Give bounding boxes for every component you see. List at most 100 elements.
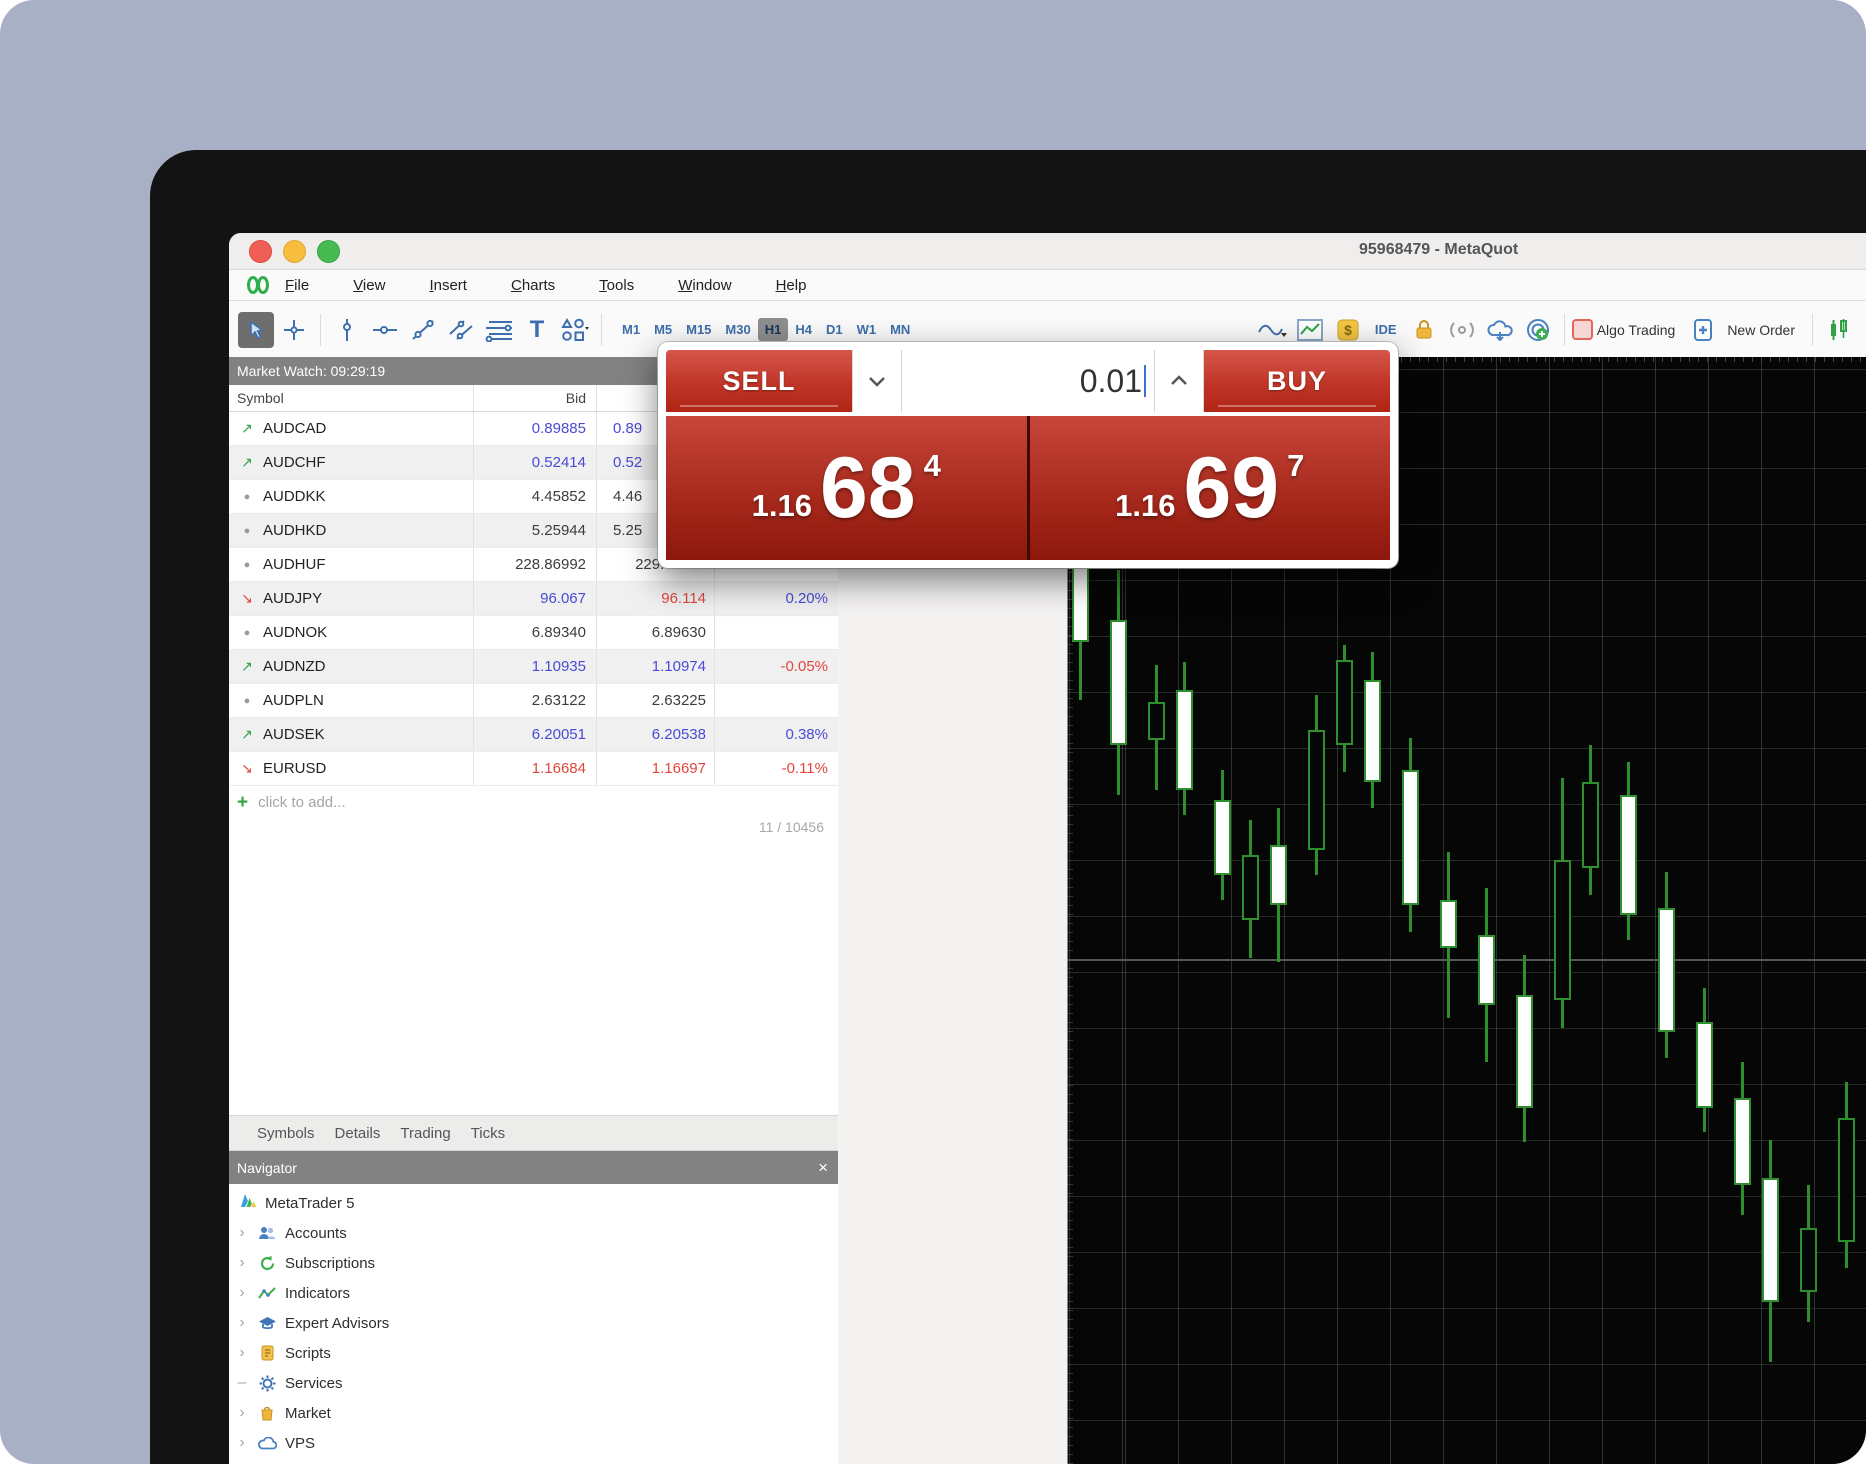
algo-trading-label[interactable]: Algo Trading	[1597, 322, 1676, 338]
trendline-tool-icon[interactable]	[405, 312, 441, 348]
buy-price-panel[interactable]: 1.16 69 7	[1030, 416, 1391, 560]
horizontal-line-tool-icon[interactable]	[367, 312, 403, 348]
fibonacci-tool-icon[interactable]	[481, 312, 517, 348]
navigator-item-accounts[interactable]: › Accounts	[229, 1218, 838, 1248]
chevron-right-icon[interactable]: ›	[229, 1254, 255, 1272]
metatrader5-logo-icon	[239, 1192, 257, 1214]
navigator-item-label: Indicators	[285, 1285, 350, 1302]
tab-ticks[interactable]: Ticks	[461, 1125, 515, 1142]
chevron-right-icon[interactable]: ›	[229, 1404, 255, 1422]
candle-body	[1478, 935, 1495, 1005]
symbol-label: AUDCAD	[263, 420, 326, 437]
trend-arrow-icon: ↗	[237, 726, 257, 743]
new-order-label[interactable]: New Order	[1727, 322, 1795, 338]
zoom-window-button[interactable]	[317, 240, 340, 263]
crosshair-tool-icon[interactable]	[276, 312, 312, 348]
ask-value: 96.114	[597, 582, 715, 615]
chevron-right-icon[interactable]: ›	[229, 1434, 255, 1452]
candle-body	[1214, 800, 1231, 875]
navigator-item-services[interactable]: – Services	[229, 1368, 838, 1398]
daily-change-value: 0.38%	[715, 718, 838, 751]
chevron-right-icon[interactable]: ›	[229, 1284, 255, 1302]
column-bid[interactable]: Bid	[474, 385, 597, 411]
timeframe-d1[interactable]: D1	[819, 318, 850, 341]
navigator-item-subscriptions[interactable]: › Subscriptions	[229, 1248, 838, 1278]
candle-body	[1696, 1022, 1713, 1108]
vertical-line-tool-icon[interactable]	[329, 312, 365, 348]
menu-item-file[interactable]: File	[285, 275, 309, 296]
vps-icon	[255, 1437, 279, 1450]
market-watch-row-audpln[interactable]: ●AUDPLN 2.63122 2.63225	[229, 684, 838, 718]
toolbar-separator	[1564, 314, 1565, 346]
navigator-item-vps[interactable]: › VPS	[229, 1428, 838, 1458]
navigator-item-expert-advisors[interactable]: › Expert Advisors	[229, 1308, 838, 1338]
channel-tool-icon[interactable]	[443, 312, 479, 348]
click-to-add-row[interactable]: + click to add...	[229, 786, 838, 819]
timeframe-h1[interactable]: H1	[758, 318, 789, 341]
market-watch-row-eurusd[interactable]: ↘EURUSD 1.16684 1.16697 -0.11%	[229, 752, 838, 786]
symbol-label: AUDCHF	[263, 454, 326, 471]
algo-trading-icon[interactable]	[1572, 319, 1593, 340]
buy-button[interactable]: BUY	[1204, 350, 1390, 412]
menu-item-help[interactable]: Help	[776, 275, 807, 296]
navigator-root-item[interactable]: MetaTrader 5	[229, 1188, 838, 1218]
menu-item-window[interactable]: Window	[678, 275, 731, 296]
timeframe-h4[interactable]: H4	[788, 318, 819, 341]
chevron-right-icon[interactable]: –	[229, 1374, 255, 1392]
navigator-item-market[interactable]: › Market	[229, 1398, 838, 1428]
navigator-item-indicators[interactable]: › Indicators	[229, 1278, 838, 1308]
ask-value: 6.89630	[597, 616, 715, 649]
market-watch-row-audnok[interactable]: ●AUDNOK 6.89340 6.89630	[229, 616, 838, 650]
minimize-window-button[interactable]	[283, 240, 306, 263]
market-watch-row-audjpy[interactable]: ↘AUDJPY 96.067 96.114 0.20%	[229, 582, 838, 616]
navigator-item-label: Expert Advisors	[285, 1315, 389, 1332]
daily-change-value: -0.11%	[715, 752, 838, 785]
chevron-right-icon[interactable]: ›	[229, 1224, 255, 1242]
new-order-icon[interactable]	[1686, 312, 1722, 348]
timeframe-m5[interactable]: M5	[647, 318, 679, 341]
shapes-tool-icon[interactable]	[557, 312, 593, 348]
menu-bar: File View Insert Charts Tools Window Help	[229, 270, 1866, 301]
indicators-icon	[255, 1286, 279, 1301]
volume-field[interactable]: 0.01	[902, 350, 1154, 412]
vps-target-icon[interactable]	[1520, 312, 1556, 348]
tab-trading[interactable]: Trading	[390, 1125, 460, 1142]
text-tool-icon[interactable]: T	[519, 312, 555, 348]
candle-body	[1148, 702, 1165, 740]
timeframe-mn[interactable]: MN	[883, 318, 917, 341]
navigator-item-scripts[interactable]: › Scripts	[229, 1338, 838, 1368]
chevron-right-icon[interactable]: ›	[229, 1314, 255, 1332]
close-icon[interactable]: ×	[818, 1158, 828, 1178]
menu-item-charts[interactable]: Charts	[511, 275, 555, 296]
menu-item-view[interactable]: View	[353, 275, 385, 296]
timeframe-m15[interactable]: M15	[679, 318, 718, 341]
column-symbol[interactable]: Symbol	[229, 385, 474, 411]
tab-details[interactable]: Details	[325, 1125, 391, 1142]
navigator-item-label: Accounts	[285, 1225, 347, 1242]
volume-decrease-button[interactable]	[852, 350, 902, 412]
timeframe-m1[interactable]: M1	[615, 318, 647, 341]
close-window-button[interactable]	[249, 240, 272, 263]
tab-symbols[interactable]: Symbols	[247, 1125, 325, 1142]
buy-big-figure: 1.16	[1115, 488, 1175, 524]
lock-icon[interactable]	[1406, 312, 1442, 348]
menu-item-tools[interactable]: Tools	[599, 275, 634, 296]
add-symbol-icon: +	[237, 792, 248, 814]
sell-button[interactable]: SELL	[666, 350, 852, 412]
market-watch-row-audsek[interactable]: ↗AUDSEK 6.20051 6.20538 0.38%	[229, 718, 838, 752]
sell-price-panel[interactable]: 1.16 68 4	[666, 416, 1027, 560]
market-watch-row-audnzd[interactable]: ↗AUDNZD 1.10935 1.10974 -0.05%	[229, 650, 838, 684]
cursor-tool-icon[interactable]	[238, 312, 274, 348]
menu-item-insert[interactable]: Insert	[429, 275, 467, 296]
timeframe-m30[interactable]: M30	[718, 318, 757, 341]
timeframe-w1[interactable]: W1	[850, 318, 884, 341]
candle-body	[1402, 770, 1419, 905]
volume-increase-button[interactable]	[1154, 350, 1204, 412]
market-watch-title: Market Watch: 09:29:19	[237, 363, 385, 379]
navigator-item-label: Services	[285, 1375, 343, 1392]
chevron-right-icon[interactable]: ›	[229, 1344, 255, 1362]
signal-icon[interactable]	[1444, 312, 1480, 348]
chart-bars-icon[interactable]	[1821, 312, 1857, 348]
cloud-icon[interactable]	[1482, 312, 1518, 348]
symbol-label: AUDPLN	[263, 692, 324, 709]
